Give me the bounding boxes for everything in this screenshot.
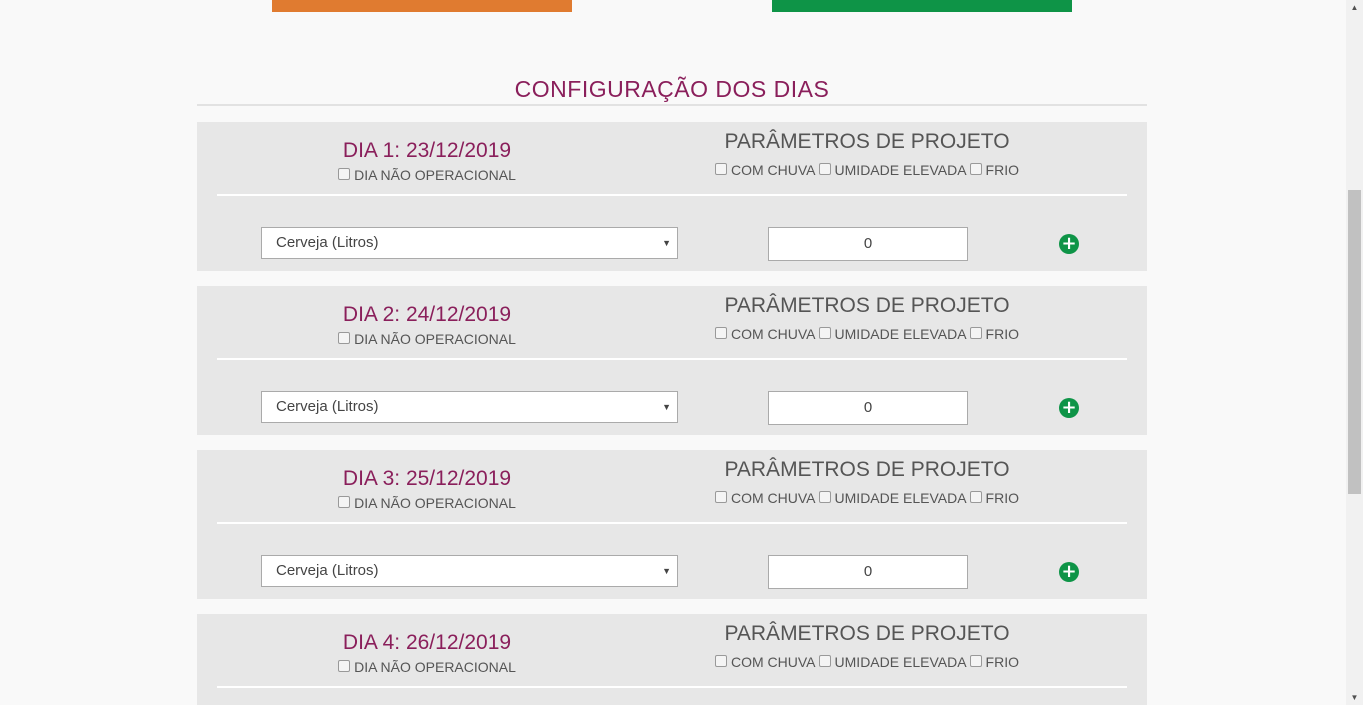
humidity-label: UMIDADE ELEVADA — [834, 326, 967, 342]
card-divider — [217, 522, 1127, 524]
rain-label: COM CHUVA — [731, 654, 816, 670]
quantity-input[interactable]: 0 — [768, 227, 968, 261]
card-divider — [217, 194, 1127, 196]
cold-label: FRIO — [985, 162, 1019, 178]
non-operational-label: DIA NÃO OPERACIONAL — [354, 167, 516, 183]
caret-down-icon: ▼ — [662, 402, 671, 412]
product-select[interactable]: Cerveja (Litros) ▼ — [261, 227, 678, 259]
cold-checkbox[interactable] — [969, 163, 982, 175]
day-title: DIA 3: 25/12/2019 — [342, 467, 512, 490]
day-title: DIA 2: 24/12/2019 — [342, 303, 512, 326]
plus-circle-icon[interactable]: + — [1059, 562, 1079, 582]
non-operational-label: DIA NÃO OPERACIONAL — [354, 495, 516, 511]
product-select-value: Cerveja (Litros) — [276, 398, 379, 415]
params-title: PARÂMETROS DE PROJETO — [724, 130, 1010, 153]
green-action-bar[interactable] — [772, 0, 1072, 12]
scroll-down-arrow-icon[interactable]: ▼ — [1346, 690, 1363, 705]
params-title: PARÂMETROS DE PROJETO — [724, 294, 1010, 317]
humidity-label: UMIDADE ELEVADA — [834, 162, 967, 178]
humidity-checkbox[interactable] — [818, 163, 831, 175]
card-divider — [217, 686, 1127, 688]
non-operational-checkbox[interactable] — [338, 168, 351, 180]
rain-checkbox[interactable] — [715, 655, 727, 667]
quantity-input[interactable]: 0 — [768, 555, 968, 589]
orange-action-bar[interactable] — [272, 0, 572, 12]
section-divider — [197, 104, 1147, 106]
params-title: PARÂMETROS DE PROJETO — [724, 458, 1010, 481]
humidity-checkbox[interactable] — [818, 655, 831, 667]
rain-label: COM CHUVA — [731, 490, 816, 506]
params-options: COM CHUVA UMIDADE ELEVADA FRIO — [637, 162, 1097, 178]
product-select-value: Cerveja (Litros) — [276, 562, 379, 579]
day-card: DIA 4: 26/12/2019 DIA NÃO OPERACIONAL PA… — [197, 614, 1147, 705]
cold-label: FRIO — [985, 490, 1019, 506]
day-title: DIA 4: 26/12/2019 — [342, 631, 512, 654]
params-options: COM CHUVA UMIDADE ELEVADA FRIO — [637, 326, 1097, 342]
humidity-checkbox[interactable] — [818, 491, 831, 503]
params-options: COM CHUVA UMIDADE ELEVADA FRIO — [637, 654, 1097, 670]
non-operational-label: DIA NÃO OPERACIONAL — [354, 659, 516, 675]
rain-checkbox[interactable] — [715, 491, 727, 503]
humidity-label: UMIDADE ELEVADA — [834, 490, 967, 506]
cold-checkbox[interactable] — [969, 327, 982, 339]
non-operational-checkbox[interactable] — [338, 496, 351, 508]
quantity-input[interactable]: 0 — [768, 391, 968, 425]
cold-label: FRIO — [985, 654, 1019, 670]
product-select[interactable]: Cerveja (Litros) ▼ — [261, 391, 678, 423]
caret-down-icon: ▼ — [662, 238, 671, 248]
day-title: DIA 1: 23/12/2019 — [342, 139, 512, 162]
rain-checkbox[interactable] — [715, 163, 727, 175]
non-operational-option[interactable]: DIA NÃO OPERACIONAL — [197, 659, 657, 675]
cold-checkbox[interactable] — [969, 655, 982, 667]
rain-checkbox[interactable] — [715, 327, 727, 339]
cold-label: FRIO — [985, 326, 1019, 342]
params-title: PARÂMETROS DE PROJETO — [724, 622, 1010, 645]
non-operational-option[interactable]: DIA NÃO OPERACIONAL — [197, 167, 657, 183]
non-operational-checkbox[interactable] — [338, 660, 351, 672]
caret-down-icon: ▼ — [662, 566, 671, 576]
humidity-label: UMIDADE ELEVADA — [834, 654, 967, 670]
scrollbar-thumb[interactable] — [1348, 190, 1361, 494]
product-select[interactable]: Cerveja (Litros) ▼ — [261, 555, 678, 587]
section-title: CONFIGURAÇÃO DOS DIAS — [514, 76, 830, 102]
card-divider — [217, 358, 1127, 360]
rain-label: COM CHUVA — [731, 326, 816, 342]
plus-circle-icon[interactable]: + — [1059, 234, 1079, 254]
scroll-up-arrow-icon[interactable]: ▲ — [1346, 0, 1363, 15]
cold-checkbox[interactable] — [969, 491, 982, 503]
non-operational-option[interactable]: DIA NÃO OPERACIONAL — [197, 331, 657, 347]
plus-circle-icon[interactable]: + — [1059, 398, 1079, 418]
params-options: COM CHUVA UMIDADE ELEVADA FRIO — [637, 490, 1097, 506]
humidity-checkbox[interactable] — [818, 327, 831, 339]
non-operational-label: DIA NÃO OPERACIONAL — [354, 331, 516, 347]
non-operational-checkbox[interactable] — [338, 332, 351, 344]
day-card: DIA 3: 25/12/2019 DIA NÃO OPERACIONAL PA… — [197, 450, 1147, 599]
rain-label: COM CHUVA — [731, 162, 816, 178]
day-card: DIA 2: 24/12/2019 DIA NÃO OPERACIONAL PA… — [197, 286, 1147, 435]
non-operational-option[interactable]: DIA NÃO OPERACIONAL — [197, 495, 657, 511]
day-card: DIA 1: 23/12/2019 DIA NÃO OPERACIONAL PA… — [197, 122, 1147, 271]
product-select-value: Cerveja (Litros) — [276, 234, 379, 251]
